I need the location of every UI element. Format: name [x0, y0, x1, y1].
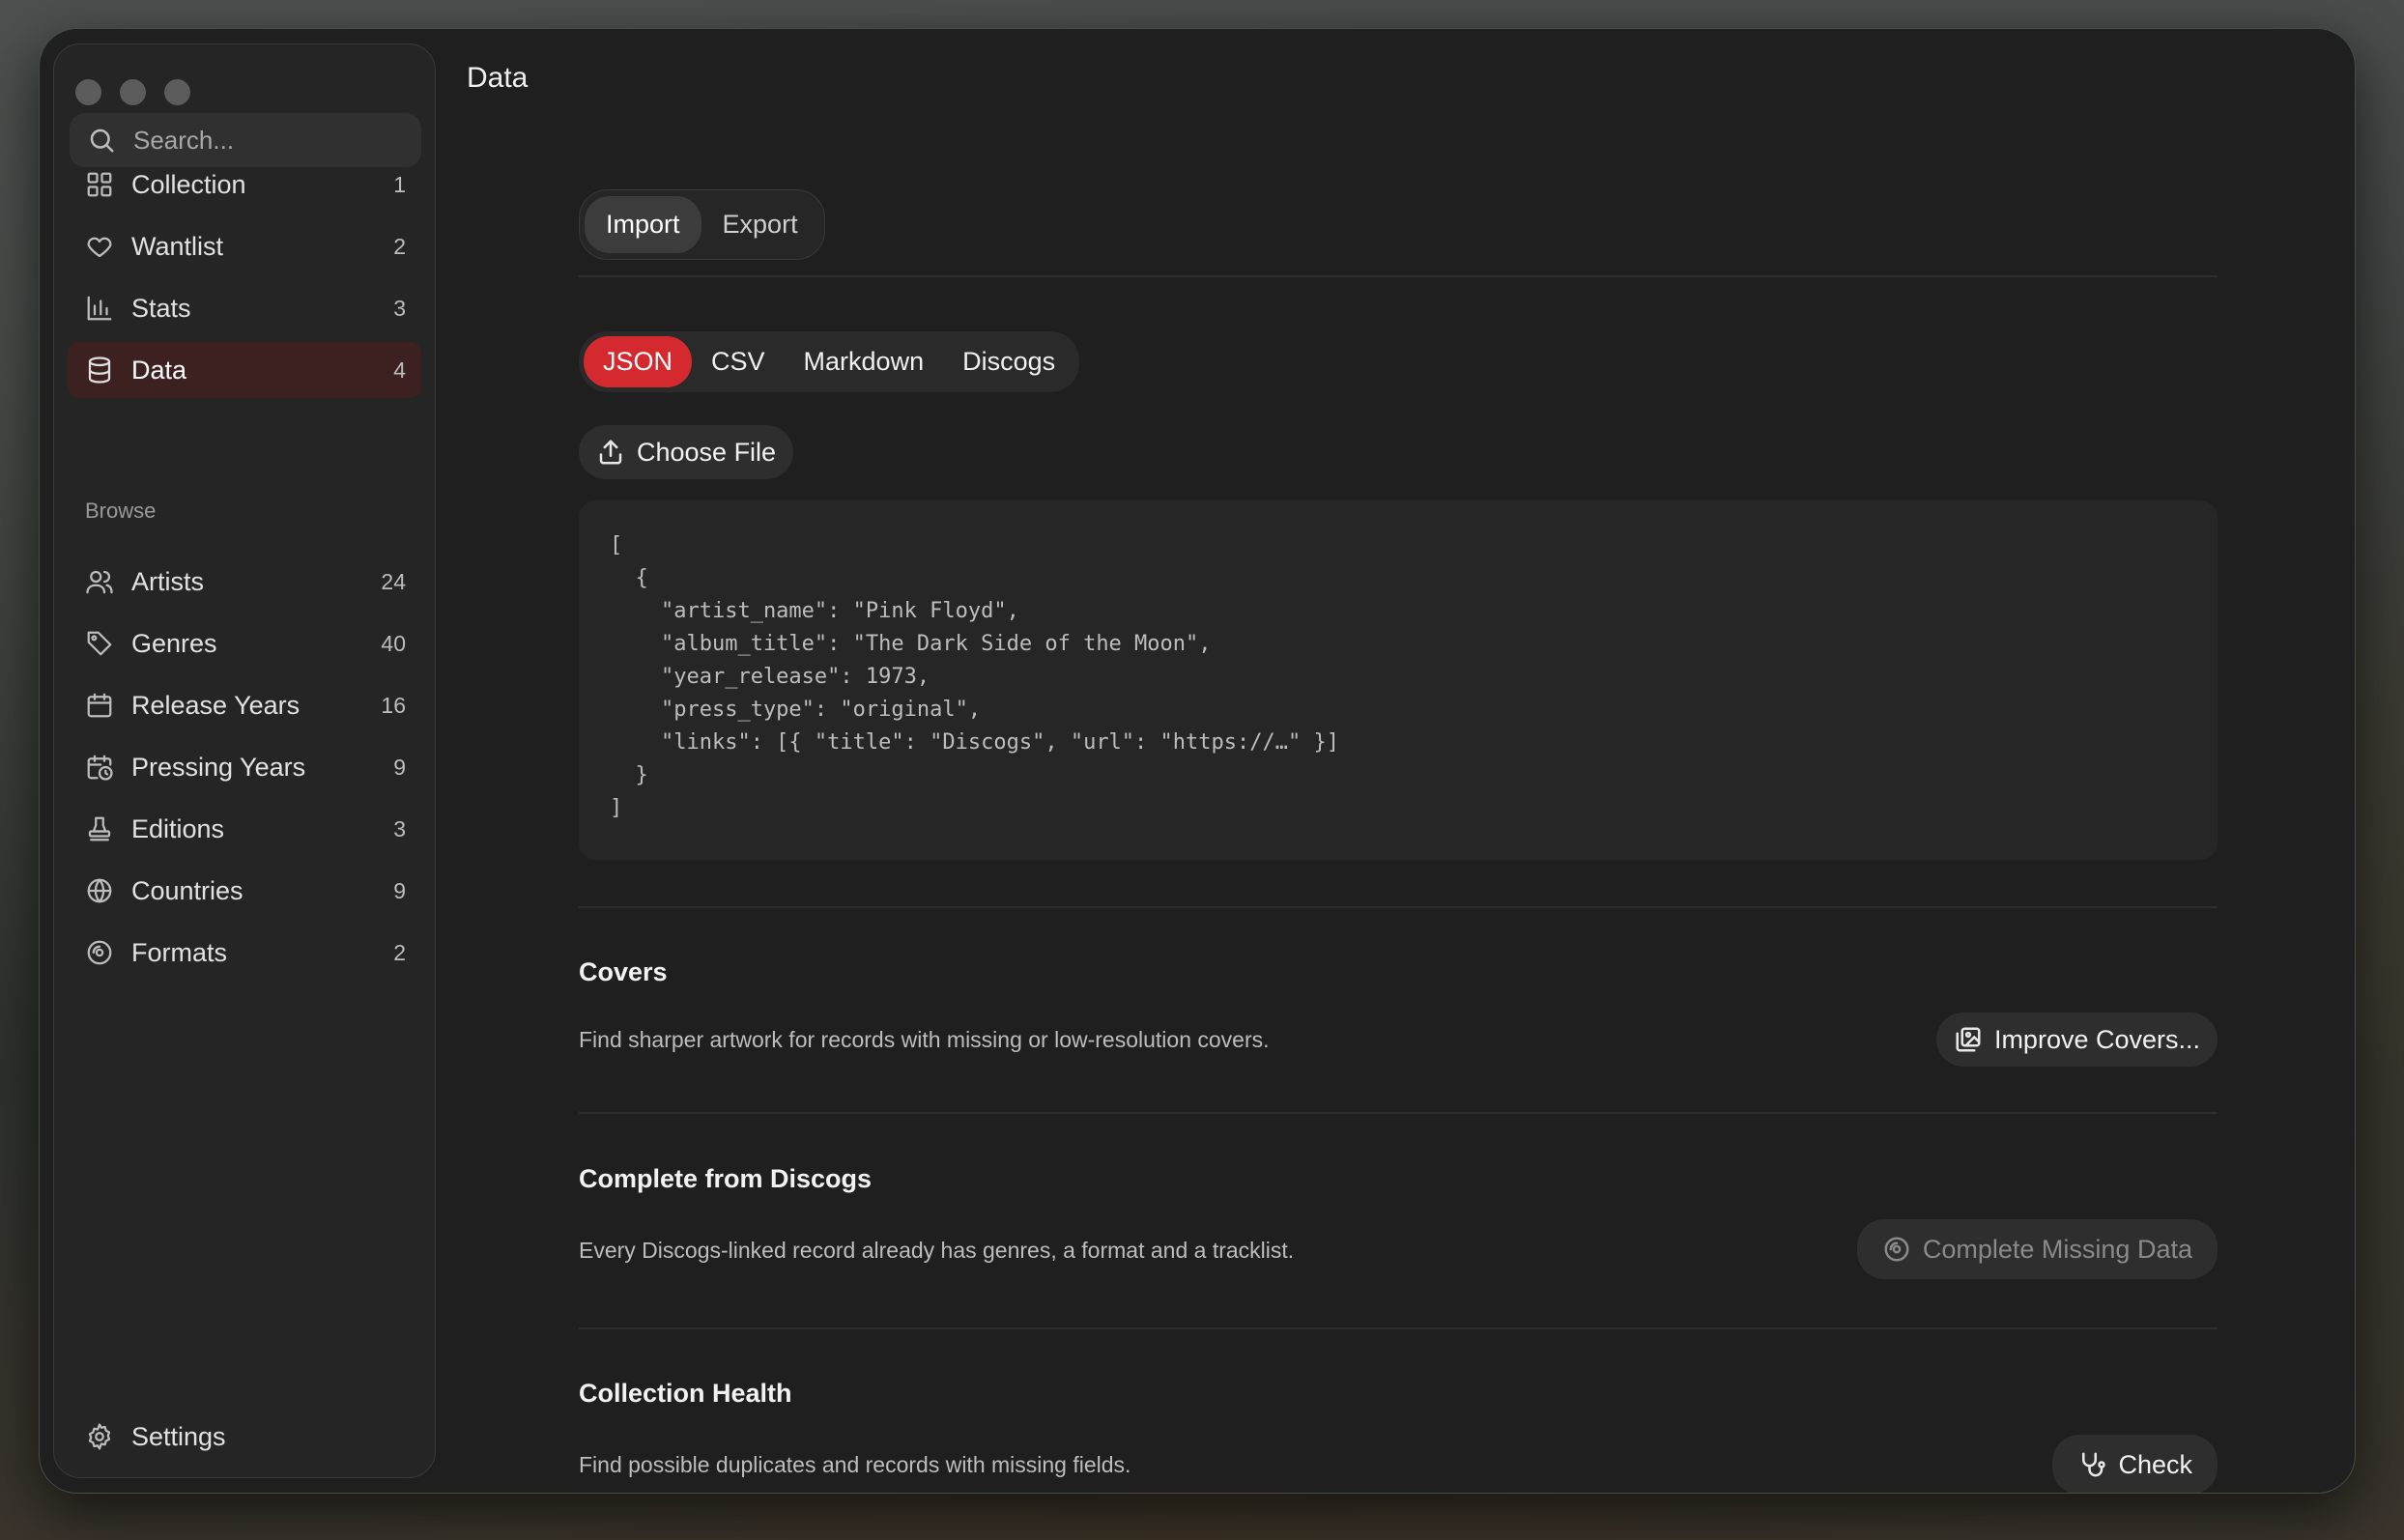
- close-window-button[interactable]: [75, 79, 101, 105]
- sidebar-item-label: Collection: [131, 169, 246, 199]
- sidebar-item-countries[interactable]: Countries 9: [68, 863, 421, 919]
- json-format-example: [ { "artist_name": "Pink Floyd", "album_…: [579, 500, 2218, 860]
- sidebar-item-formats[interactable]: Formats 2: [68, 925, 421, 981]
- format-tabs: JSON CSV Markdown Discogs: [579, 331, 1080, 392]
- sidebar-item-collection[interactable]: Collection 1: [68, 157, 421, 213]
- sidebar-item-label: Wantlist: [131, 231, 224, 261]
- choose-file-button[interactable]: Choose File: [579, 425, 794, 479]
- divider: [579, 275, 2218, 277]
- sidebar-item-genres[interactable]: Genres 40: [68, 615, 421, 671]
- sidebar-item-settings[interactable]: Settings: [68, 1409, 421, 1465]
- minimize-window-button[interactable]: [120, 79, 146, 105]
- disc-icon: [1884, 1237, 1909, 1262]
- grid-icon: [83, 168, 116, 201]
- browse-section-label: Browse: [85, 499, 157, 523]
- sidebar-item-data[interactable]: Data 4: [68, 342, 421, 398]
- sidebar-item-count: 2: [393, 939, 406, 965]
- sidebar-item-count: 16: [381, 692, 406, 718]
- covers-description: Find sharper artwork for records with mi…: [579, 1027, 1270, 1052]
- sidebar-item-count: 1: [393, 171, 406, 197]
- globe-icon: [83, 874, 116, 907]
- sidebar-item-label: Stats: [131, 293, 191, 323]
- sidebar-item-count: 3: [393, 815, 406, 841]
- sidebar-item-count: 4: [393, 356, 406, 383]
- zoom-window-button[interactable]: [164, 79, 190, 105]
- bar-chart-icon: [83, 292, 116, 325]
- sidebar-item-artists[interactable]: Artists 24: [68, 554, 421, 610]
- sidebar-item-count: 40: [381, 630, 406, 656]
- sidebar-item-count: 9: [393, 877, 406, 903]
- sidebar-item-label: Formats: [131, 937, 228, 967]
- calendar-clock-icon: [83, 751, 116, 784]
- collection-health-title: Collection Health: [579, 1379, 792, 1408]
- window-controls: [75, 79, 190, 105]
- tab-markdown[interactable]: Markdown: [785, 336, 944, 387]
- page-title: Data: [467, 62, 529, 94]
- sidebar-item-label: Editions: [131, 813, 225, 843]
- calendar-icon: [83, 689, 116, 722]
- stethoscope-icon: [2082, 1452, 2106, 1477]
- heart-icon: [83, 230, 116, 263]
- tab-export[interactable]: Export: [701, 196, 819, 253]
- sidebar-item-label: Release Years: [131, 690, 300, 720]
- sidebar-item-count: 24: [381, 568, 406, 594]
- disc-icon: [83, 936, 116, 969]
- sidebar-item-count: 9: [393, 754, 406, 780]
- sidebar-item-label: Artists: [131, 566, 205, 596]
- complete-missing-data-button[interactable]: Complete Missing Data: [1856, 1219, 2218, 1279]
- tab-json[interactable]: JSON: [584, 336, 693, 387]
- sidebar-item-wantlist[interactable]: Wantlist 2: [68, 218, 421, 274]
- search-icon: [90, 128, 114, 153]
- upload-icon: [599, 440, 622, 465]
- tab-import[interactable]: Import: [585, 196, 701, 253]
- sidebar-item-label: Data: [131, 355, 187, 385]
- check-button[interactable]: Check: [2052, 1435, 2218, 1493]
- improve-covers-label: Improve Covers...: [1993, 1024, 2200, 1054]
- collection-health-description: Find possible duplicates and records wit…: [579, 1452, 1131, 1477]
- sidebar: Collection 1 Wantlist 2 Stats 3 Data 4 B…: [53, 43, 436, 1478]
- sidebar-item-release-years[interactable]: Release Years 16: [68, 677, 421, 733]
- gear-icon: [83, 1420, 116, 1453]
- search-input[interactable]: [131, 124, 386, 157]
- sidebar-item-stats[interactable]: Stats 3: [68, 280, 421, 336]
- tab-csv[interactable]: CSV: [692, 336, 785, 387]
- sidebar-item-label: Settings: [131, 1421, 226, 1451]
- divider: [579, 906, 2218, 908]
- choose-file-label: Choose File: [637, 437, 777, 467]
- check-label: Check: [2118, 1449, 2192, 1479]
- database-icon: [83, 354, 116, 386]
- tab-discogs[interactable]: Discogs: [943, 336, 1074, 387]
- complete-missing-data-label: Complete Missing Data: [1922, 1234, 2192, 1264]
- complete-discogs-description: Every Discogs-linked record already has …: [579, 1238, 1295, 1263]
- sidebar-item-label: Pressing Years: [131, 752, 306, 782]
- complete-discogs-title: Complete from Discogs: [579, 1164, 873, 1193]
- sidebar-item-label: Countries: [131, 875, 243, 905]
- stamp-icon: [83, 813, 116, 845]
- import-export-tabs: Import Export: [579, 189, 825, 260]
- tag-icon: [83, 627, 116, 660]
- divider: [579, 1112, 2218, 1114]
- covers-title: Covers: [579, 957, 668, 986]
- users-icon: [83, 565, 116, 598]
- images-icon: [1956, 1027, 1981, 1052]
- sidebar-item-editions[interactable]: Editions 3: [68, 801, 421, 857]
- app-window: Collection 1 Wantlist 2 Stats 3 Data 4 B…: [39, 28, 2356, 1494]
- divider: [579, 1327, 2218, 1329]
- sidebar-item-label: Genres: [131, 628, 217, 658]
- sidebar-item-pressing-years[interactable]: Pressing Years 9: [68, 739, 421, 795]
- sidebar-item-count: 2: [393, 233, 406, 259]
- improve-covers-button[interactable]: Improve Covers...: [1935, 1012, 2218, 1067]
- sidebar-item-count: 3: [393, 295, 406, 321]
